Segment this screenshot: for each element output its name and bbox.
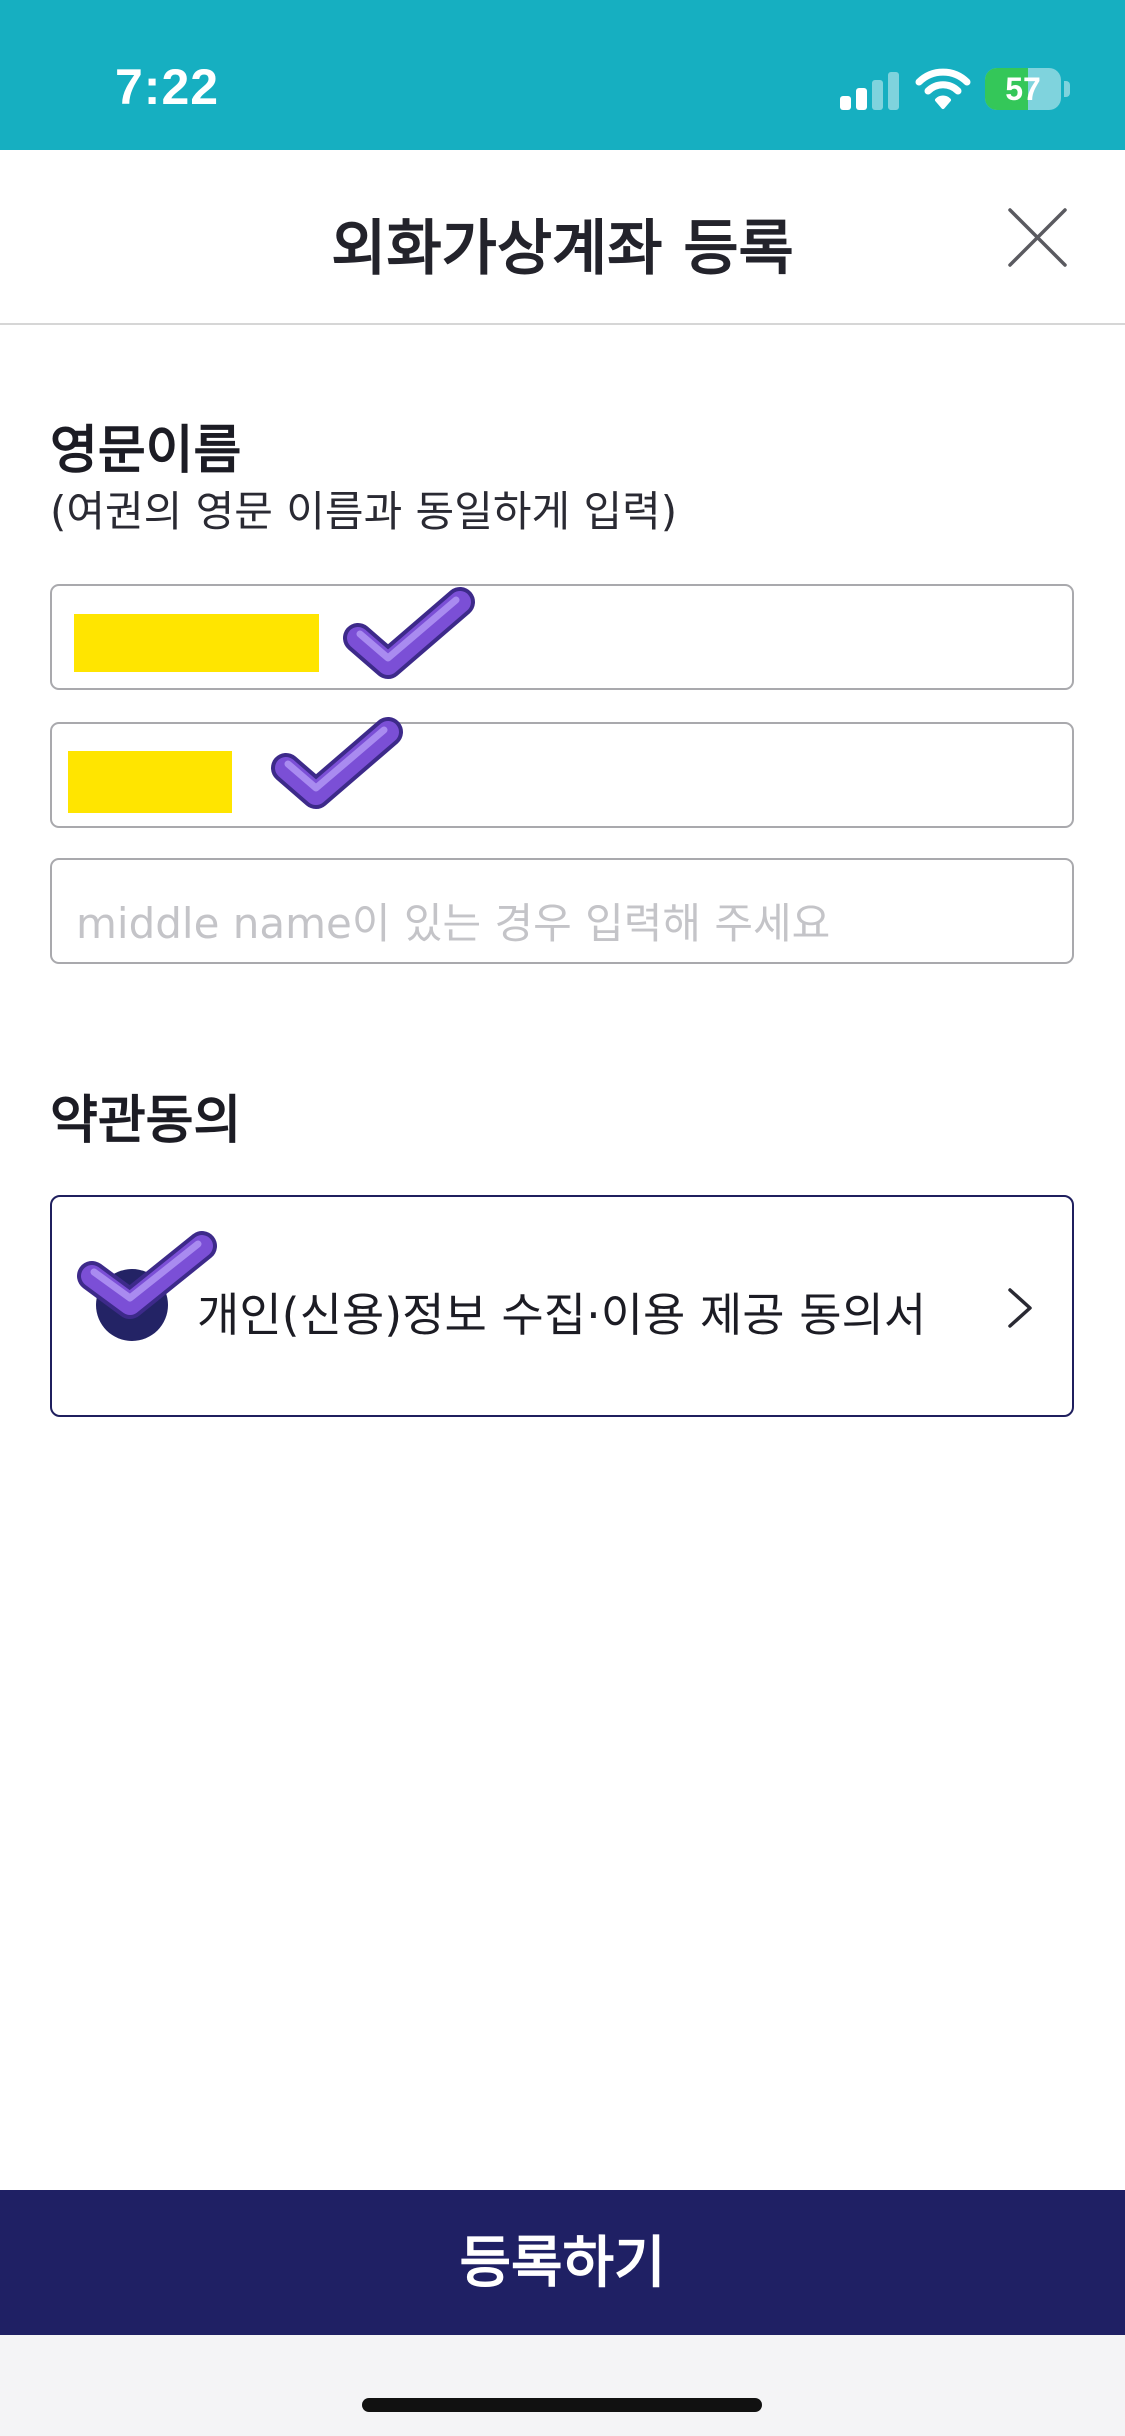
status-time: 7:22 — [115, 59, 220, 115]
name-section-title: 영문이름 — [50, 421, 242, 481]
battery-charging-icon: 57 — [985, 68, 1071, 110]
checkmark-annotation-icon — [343, 587, 475, 679]
name-section-subtitle: (여권의 영문 이름과 동일하게 입력) — [50, 487, 678, 536]
terms-section-title: 약관동의 — [50, 1091, 242, 1151]
checkmark-annotation-icon — [77, 1231, 217, 1319]
home-indicator[interactable] — [362, 2398, 762, 2412]
page-title: 외화가상계좌 등록 — [331, 214, 794, 284]
close-button[interactable] — [1005, 205, 1070, 270]
cellular-signal-icon — [840, 70, 900, 110]
home-area — [0, 2335, 1125, 2436]
status-bar: 7:22 57 — [0, 0, 1125, 150]
first-name-field[interactable] — [50, 722, 1074, 828]
agreement-label: 개인(신용)정보 수집·이용 제공 동의서 — [197, 1288, 927, 1342]
close-icon — [1008, 208, 1067, 267]
redaction-block — [68, 751, 232, 813]
wifi-icon — [915, 68, 971, 109]
last-name-field[interactable] — [50, 584, 1074, 690]
battery-level: 57 — [1005, 71, 1041, 107]
submit-button[interactable]: 등록하기 — [0, 2190, 1125, 2335]
middle-name-placeholder: middle name이 있는 경우 입력해 주세요 — [76, 899, 831, 948]
redaction-block — [74, 614, 319, 672]
checkmark-annotation-icon — [271, 717, 403, 809]
header: 외화가상계좌 등록 — [0, 150, 1125, 325]
chevron-right-icon — [1008, 1288, 1032, 1328]
middle-name-field[interactable]: middle name이 있는 경우 입력해 주세요 — [50, 858, 1074, 964]
